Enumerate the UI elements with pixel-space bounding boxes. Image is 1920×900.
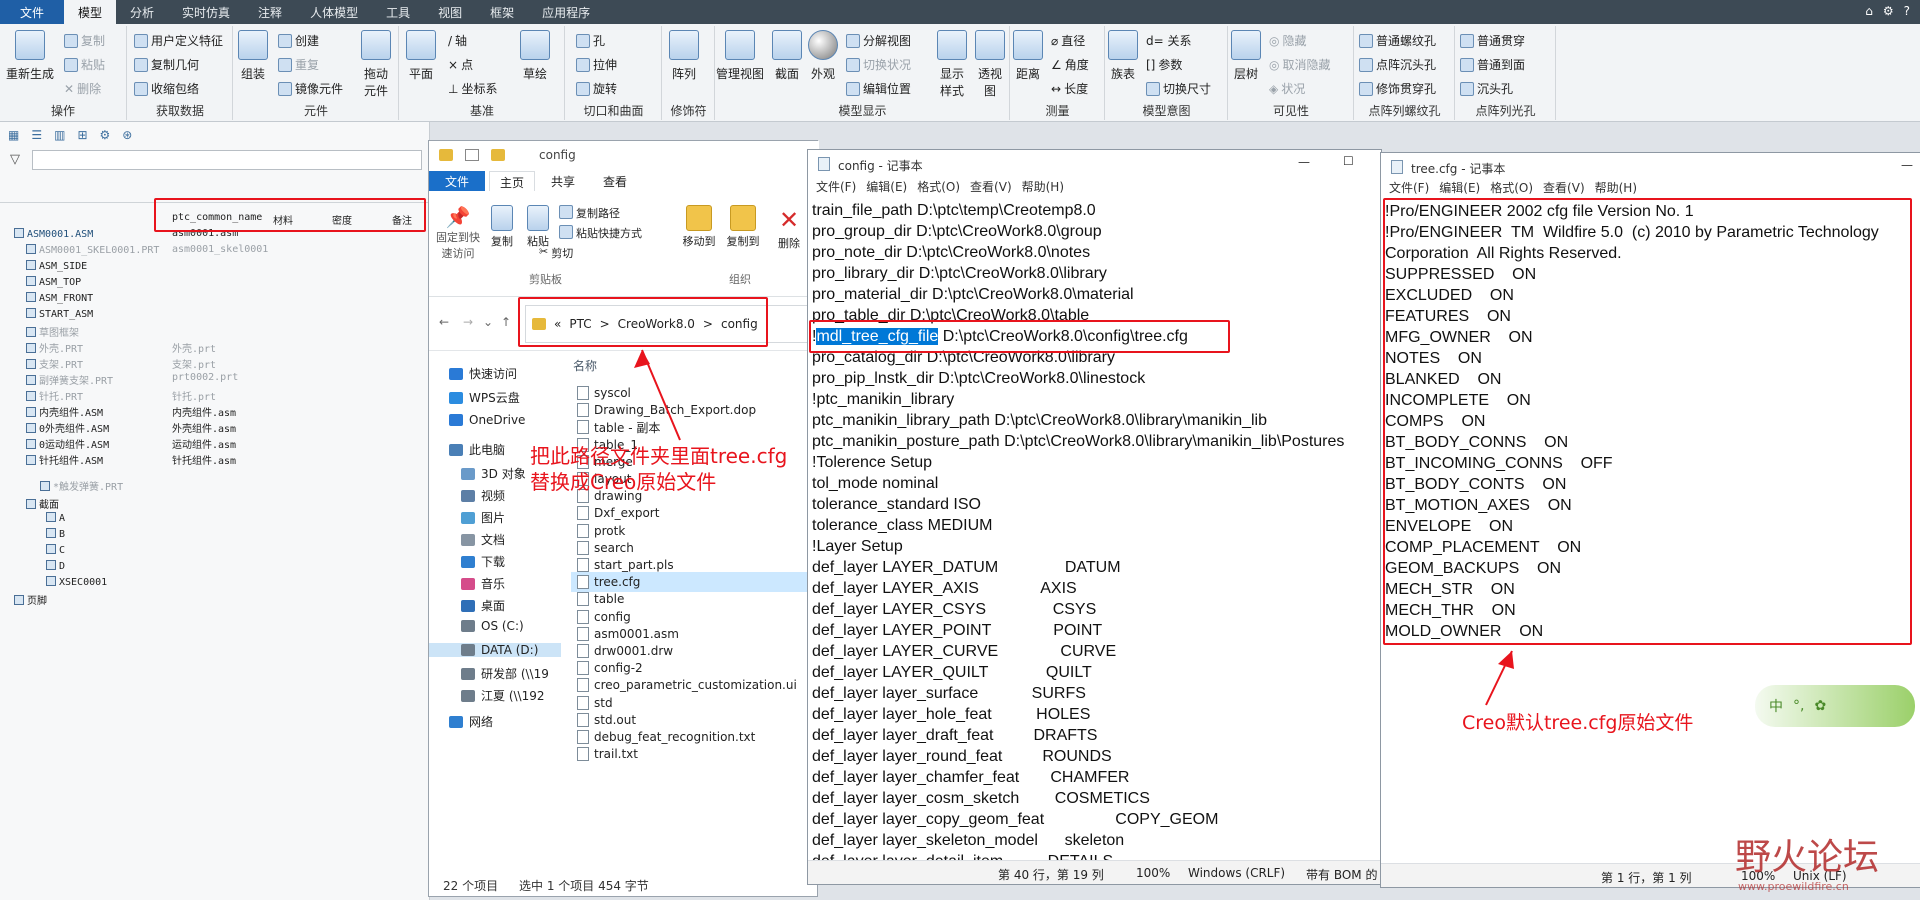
annotation-default-file: Creo默认tree.cfg原始文件 <box>1462 712 1694 734</box>
screenshot-root: 文件 模型 分析 实时仿真 注释 人体模型 工具 视图 框架 应用程序 ⌂ ⚙ … <box>0 0 1920 900</box>
arrowhead <box>1498 651 1514 669</box>
watermark-logo: 野火论坛 <box>1735 837 1880 878</box>
annotation-arrows <box>634 349 1514 706</box>
annotation-replace-line2: 替换成Creo原始文件 <box>530 470 717 494</box>
annotation-replace-line1: 把此路径文件夹里面tree.cfg <box>530 444 788 468</box>
watermark-url: www.proewildfire.cn <box>1738 880 1849 893</box>
